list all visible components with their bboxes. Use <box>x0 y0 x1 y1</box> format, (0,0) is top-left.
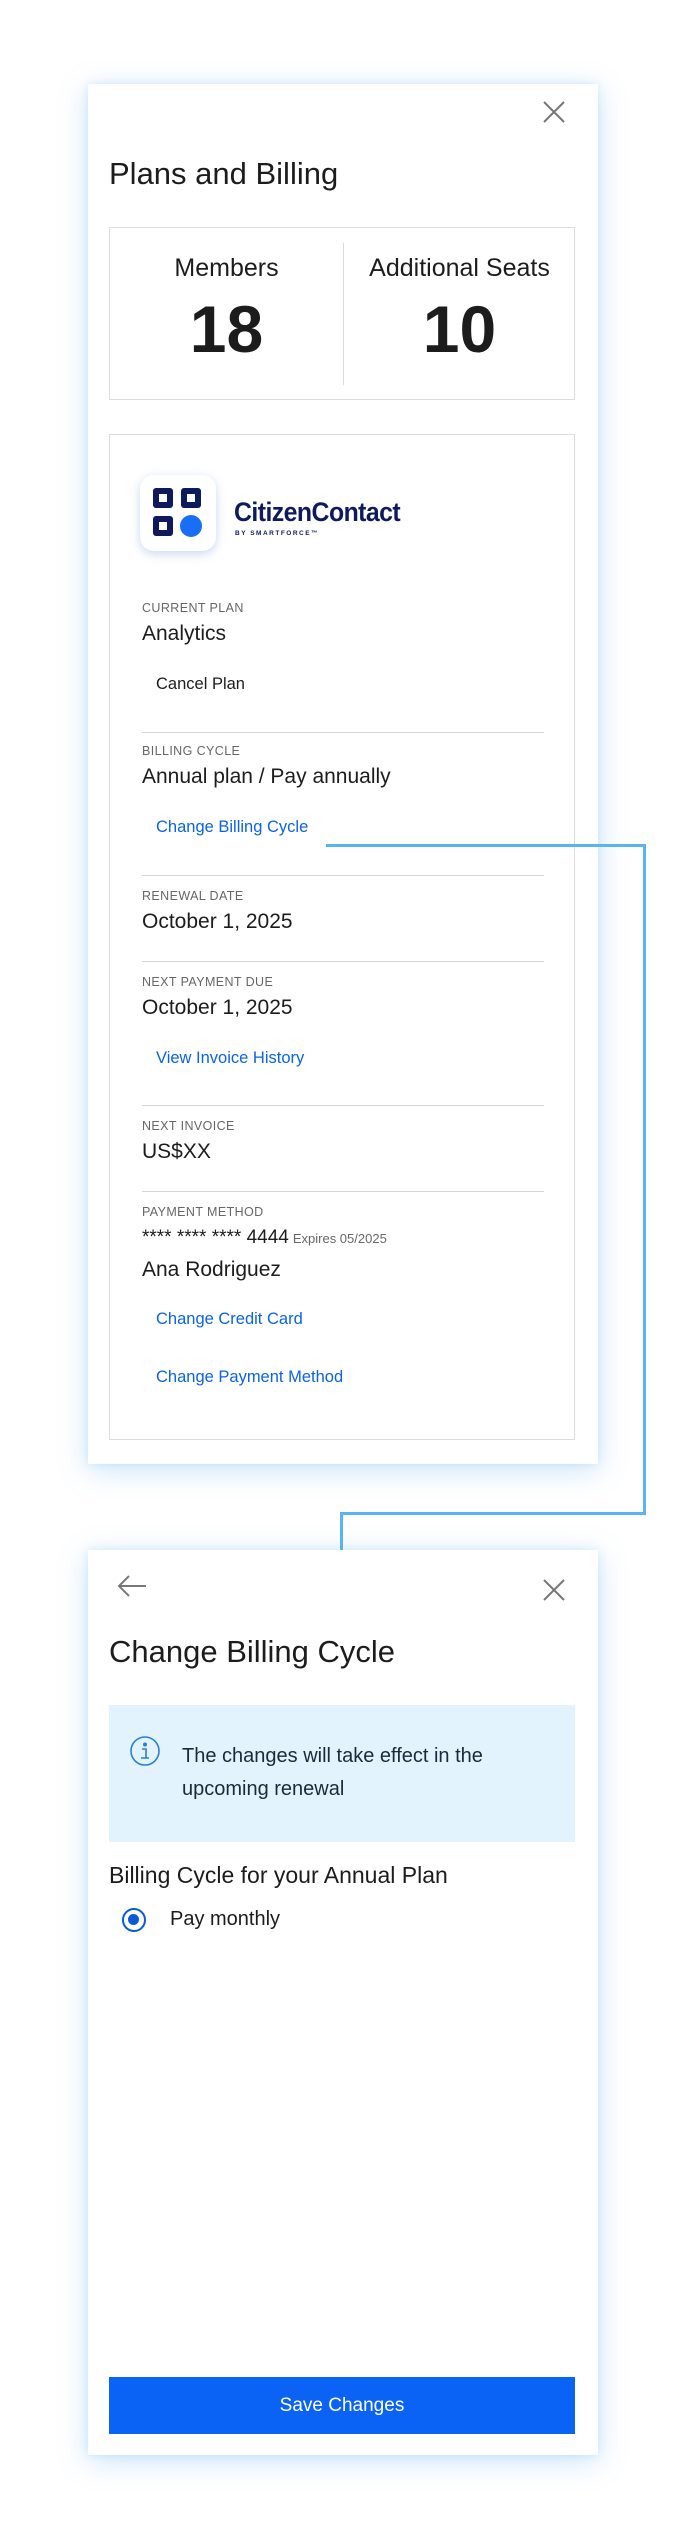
brand-logo: CitizenContact <box>234 497 401 527</box>
section-divider <box>142 1191 544 1192</box>
billing-cycle-value: Annual plan / Pay annually <box>142 765 391 788</box>
cardholder-name: Ana Rodriguez <box>142 1258 281 1281</box>
card-expiry: Expires 05/2025 <box>292 1231 387 1246</box>
flow-connector <box>326 844 646 847</box>
next-payment-value: October 1, 2025 <box>142 996 293 1019</box>
pay-monthly-label: Pay monthly <box>170 1908 281 1930</box>
brand-tagline: BY SMARTFORCE™ <box>235 530 320 537</box>
renewal-date-label: RENEWAL DATE <box>142 889 244 903</box>
billing-cycle-label: BILLING CYCLE <box>142 744 241 758</box>
arrow-left-icon[interactable] <box>116 1572 148 1600</box>
info-icon <box>129 1735 161 1767</box>
plans-billing-panel: Plans and Billing Members 18 Additional … <box>88 84 598 1464</box>
flow-connector <box>643 844 646 1515</box>
additional-seats-label: Additional Seats <box>369 254 550 282</box>
info-notice: The changes will take effect in the upco… <box>109 1705 575 1842</box>
renewal-date-value: October 1, 2025 <box>142 910 293 933</box>
change-billing-cycle-panel: Change Billing Cycle The changes will ta… <box>88 1550 598 2455</box>
info-message: The changes will take effect in the upco… <box>182 1745 483 1800</box>
section-divider <box>142 732 544 733</box>
additional-seats-stat: Additional Seats 10 <box>343 228 576 401</box>
card-details: **** **** **** 4444 Expires 05/2025 <box>142 1227 387 1249</box>
change-credit-card-link[interactable]: Change Credit Card <box>156 1310 303 1329</box>
page-title: Plans and Billing <box>109 156 339 191</box>
change-payment-method-link[interactable]: Change Payment Method <box>156 1368 343 1387</box>
card-number: **** **** **** 4444 <box>142 1227 289 1248</box>
additional-seats-count: 10 <box>422 292 497 366</box>
save-changes-button[interactable]: Save Changes <box>109 2377 575 2434</box>
section-divider <box>142 1105 544 1106</box>
next-payment-label: NEXT PAYMENT DUE <box>142 975 274 989</box>
section-divider <box>142 875 544 876</box>
next-invoice-value: US$XX <box>142 1140 211 1163</box>
section-divider <box>142 961 544 962</box>
next-invoice-label: NEXT INVOICE <box>142 1119 235 1133</box>
payment-method-label: PAYMENT METHOD <box>142 1205 264 1219</box>
flow-connector <box>340 1512 343 1550</box>
close-icon[interactable] <box>540 98 568 126</box>
flow-connector <box>340 1512 646 1515</box>
change-billing-cycle-link[interactable]: Change Billing Cycle <box>156 818 308 837</box>
seats-summary: Members 18 Additional Seats 10 <box>109 227 575 400</box>
current-plan-label: CURRENT PLAN <box>142 601 244 615</box>
close-icon[interactable] <box>540 1576 568 1604</box>
plan-details-card: CitizenContact BY SMARTFORCE™ CURRENT PL… <box>109 434 575 1440</box>
page-title: Change Billing Cycle <box>109 1634 396 1669</box>
cancel-plan-button[interactable]: Cancel Plan <box>156 675 245 694</box>
members-count: 18 <box>189 292 264 366</box>
view-invoice-history-link[interactable]: View Invoice History <box>156 1049 304 1068</box>
members-label: Members <box>174 254 279 282</box>
members-stat: Members 18 <box>110 228 343 401</box>
citizencontact-logo-icon <box>140 475 216 551</box>
section-title: Billing Cycle for your Annual Plan <box>109 1862 448 1888</box>
current-plan-value: Analytics <box>142 622 227 645</box>
radio-selected-icon[interactable] <box>122 1908 146 1932</box>
